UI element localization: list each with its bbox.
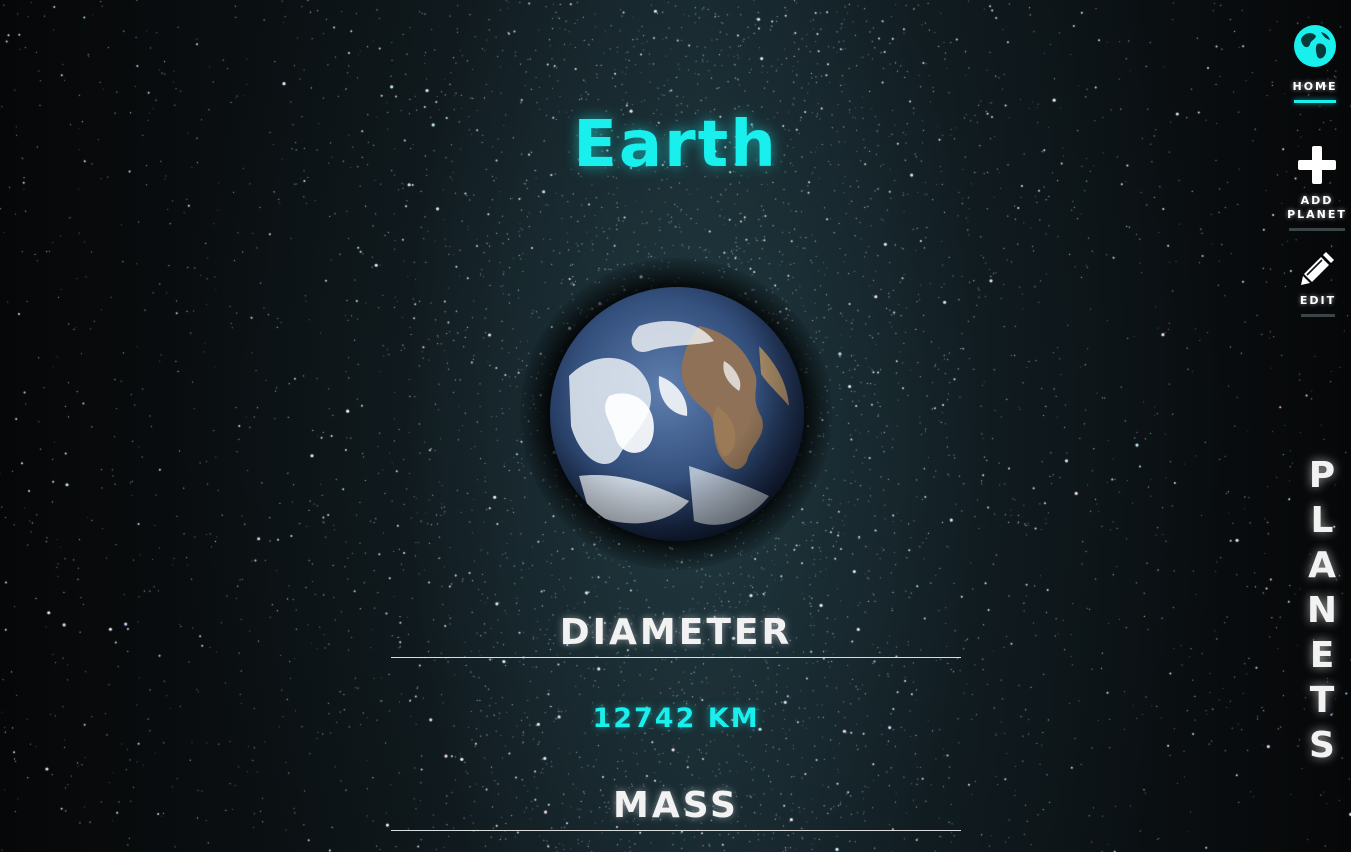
nav-edit-indicator [1301, 314, 1335, 317]
diameter-label: DIAMETER [559, 612, 793, 653]
sidebar-title-letter: P [1308, 455, 1336, 496]
plus-icon [1298, 146, 1336, 184]
diameter-divider [391, 657, 961, 658]
sidebar-title-letter: N [1306, 590, 1338, 631]
nav-home-button[interactable]: HOME [1283, 24, 1347, 103]
sidebar-title-letter: A [1308, 545, 1336, 586]
nav-add-planet-button[interactable]: ADD PLANET [1285, 144, 1349, 231]
nav-add-label-line1: ADD [1300, 194, 1334, 207]
mass-divider [391, 830, 961, 831]
nav-home-indicator [1294, 100, 1336, 103]
globe-icon [1294, 25, 1336, 67]
nav-add-indicator [1289, 228, 1345, 231]
pencil-icon [1301, 252, 1334, 285]
planet-title: Earth [573, 108, 778, 182]
mass-label: MASS [613, 785, 739, 826]
nav-home-label: HOME [1292, 80, 1338, 93]
sidebar-title-letter: L [1310, 500, 1334, 541]
sidebar-planets-title: P L A N E T S [1298, 453, 1346, 768]
sidebar-title-letter: E [1309, 635, 1335, 676]
sidebar-title-letter: T [1309, 680, 1335, 721]
app-screen: Earth DIAMETER 12742 KM MASS HOME ADD PL… [0, 0, 1351, 852]
earth-globe-image [550, 287, 804, 541]
sidebar-title-letter: S [1309, 725, 1335, 766]
diameter-value: 12742 KM [592, 703, 760, 734]
nav-edit-label: EDIT [1299, 294, 1337, 307]
planet-image [520, 258, 832, 570]
nav-edit-button[interactable]: EDIT [1286, 250, 1350, 317]
nav-add-label-line2: PLANET [1287, 208, 1347, 221]
